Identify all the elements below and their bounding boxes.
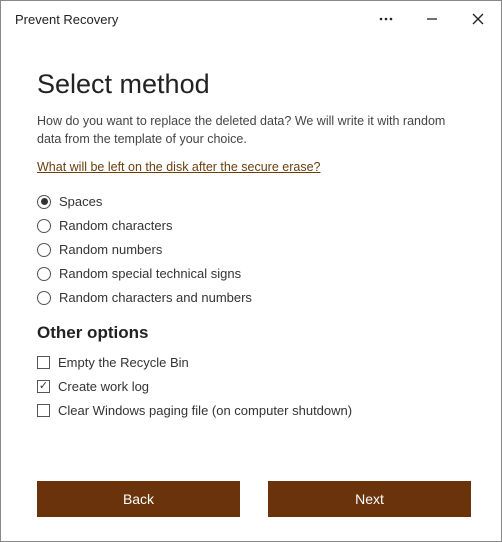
radio-label: Random characters and numbers xyxy=(59,290,252,305)
minimize-button[interactable] xyxy=(409,1,455,37)
radio-icon xyxy=(37,195,51,209)
checkbox-icon xyxy=(37,356,50,369)
app-window: Prevent Recovery Select method How do yo… xyxy=(0,0,502,542)
next-button[interactable]: Next xyxy=(268,481,471,517)
method-option-spaces[interactable]: Spaces xyxy=(37,194,471,209)
back-button[interactable]: Back xyxy=(37,481,240,517)
method-option-chars-numbers[interactable]: Random characters and numbers xyxy=(37,290,471,305)
footer: Back Next xyxy=(1,481,501,541)
radio-icon xyxy=(37,267,51,281)
more-button[interactable] xyxy=(363,1,409,37)
radio-label: Random special technical signs xyxy=(59,266,241,281)
titlebar: Prevent Recovery xyxy=(1,1,501,37)
checkbox-label: Create work log xyxy=(58,379,149,394)
radio-icon xyxy=(37,291,51,305)
method-option-random-chars[interactable]: Random characters xyxy=(37,218,471,233)
method-option-special-signs[interactable]: Random special technical signs xyxy=(37,266,471,281)
method-option-random-numbers[interactable]: Random numbers xyxy=(37,242,471,257)
checkbox-icon xyxy=(37,380,50,393)
content-area: Select method How do you want to replace… xyxy=(1,37,501,481)
info-link[interactable]: What will be left on the disk after the … xyxy=(37,160,320,174)
option-work-log[interactable]: Create work log xyxy=(37,379,471,394)
radio-label: Spaces xyxy=(59,194,102,209)
window-title: Prevent Recovery xyxy=(15,12,363,27)
method-radio-group: Spaces Random characters Random numbers … xyxy=(37,194,471,305)
close-button[interactable] xyxy=(455,1,501,37)
checkbox-label: Clear Windows paging file (on computer s… xyxy=(58,403,352,418)
radio-icon xyxy=(37,219,51,233)
option-clear-paging[interactable]: Clear Windows paging file (on computer s… xyxy=(37,403,471,418)
checkbox-label: Empty the Recycle Bin xyxy=(58,355,189,370)
page-description: How do you want to replace the deleted d… xyxy=(37,112,471,148)
page-heading: Select method xyxy=(37,69,471,100)
radio-label: Random characters xyxy=(59,218,172,233)
window-controls xyxy=(363,1,501,37)
radio-label: Random numbers xyxy=(59,242,162,257)
checkbox-icon xyxy=(37,404,50,417)
option-empty-recycle[interactable]: Empty the Recycle Bin xyxy=(37,355,471,370)
other-options-heading: Other options xyxy=(37,323,471,343)
radio-icon xyxy=(37,243,51,257)
